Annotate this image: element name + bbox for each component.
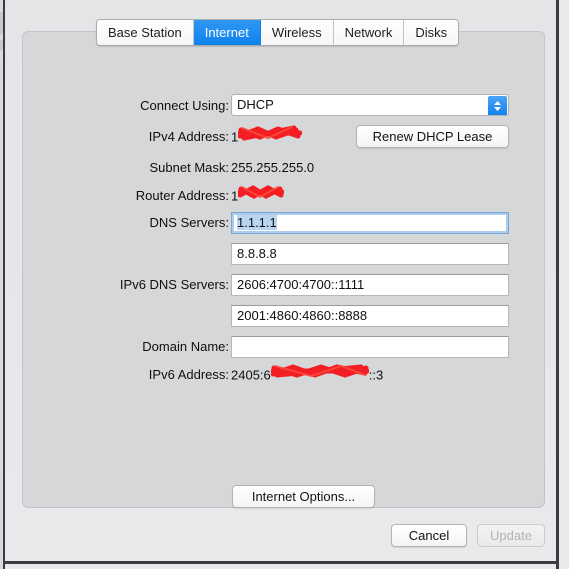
window-right-edge xyxy=(559,0,569,569)
connect-using-select[interactable]: DHCP xyxy=(231,94,509,116)
window-left-notch-upper xyxy=(0,12,3,34)
chevron-up-down-icon[interactable] xyxy=(488,96,507,115)
tab-bar: Base Station Internet Wireless Network D… xyxy=(96,19,460,46)
ipv6-dns-servers-label: IPv6 DNS Servers: xyxy=(119,277,229,292)
domain-name-input[interactable] xyxy=(231,336,509,358)
dns-server-1-input[interactable]: 1.1.1.1 xyxy=(231,212,509,234)
window-left-notch-lower xyxy=(0,40,3,50)
ipv4-address-value-prefix: 1 xyxy=(231,129,239,145)
subnet-mask-label: Subnet Mask: xyxy=(149,160,230,175)
ipv6-address-redaction xyxy=(270,363,370,387)
ipv6-address-value-suffix: ::3 xyxy=(368,367,384,383)
tab-internet[interactable]: Internet xyxy=(193,20,261,45)
ipv4-address-value: 1 xyxy=(231,125,303,150)
window-bottom-border xyxy=(3,561,556,564)
tab-base-station[interactable]: Base Station xyxy=(97,20,194,45)
connect-using-value: DHCP xyxy=(237,97,274,112)
cancel-button[interactable]: Cancel xyxy=(391,524,467,547)
ipv6-address-label: IPv6 Address: xyxy=(148,367,229,382)
ipv6-dns-server-2-input[interactable]: 2001:4860:4860::8888 xyxy=(231,305,509,327)
connect-using-label: Connect Using: xyxy=(140,98,229,113)
dns-servers-label: DNS Servers: xyxy=(149,215,229,230)
ipv4-address-redaction xyxy=(237,125,303,149)
ipv6-address-value-prefix: 2405:6 xyxy=(231,367,271,383)
router-address-redaction xyxy=(237,184,285,208)
tab-disks[interactable]: Disks xyxy=(404,20,459,45)
dns-server-2-input[interactable]: 8.8.8.8 xyxy=(231,243,509,265)
renew-dhcp-lease-button[interactable]: Renew DHCP Lease xyxy=(356,125,509,148)
router-address-value: 1 xyxy=(231,184,285,209)
ipv4-address-label: IPv4 Address: xyxy=(148,129,229,144)
window-left-border xyxy=(3,0,5,569)
update-button: Update xyxy=(477,524,545,547)
domain-name-label: Domain Name: xyxy=(142,339,229,354)
ipv6-dns-server-1-input[interactable]: 2606:4700:4700::1111 xyxy=(231,274,509,296)
router-address-label: Router Address: xyxy=(135,188,229,203)
ipv6-address-value: 2405:6 ::3 xyxy=(231,364,383,388)
tab-network[interactable]: Network xyxy=(333,20,405,45)
internet-settings-panel: Connect Using: DHCP IPv4 Address: 1 Rene… xyxy=(22,31,545,508)
subnet-mask-value: 255.255.255.0 xyxy=(231,160,315,175)
router-address-value-prefix: 1 xyxy=(231,188,239,204)
airport-utility-window: Base Station Internet Wireless Network D… xyxy=(0,0,569,569)
internet-options-button[interactable]: Internet Options... xyxy=(232,485,375,508)
dns-server-1-value: 1.1.1.1 xyxy=(237,215,277,230)
tab-wireless[interactable]: Wireless xyxy=(260,20,334,45)
